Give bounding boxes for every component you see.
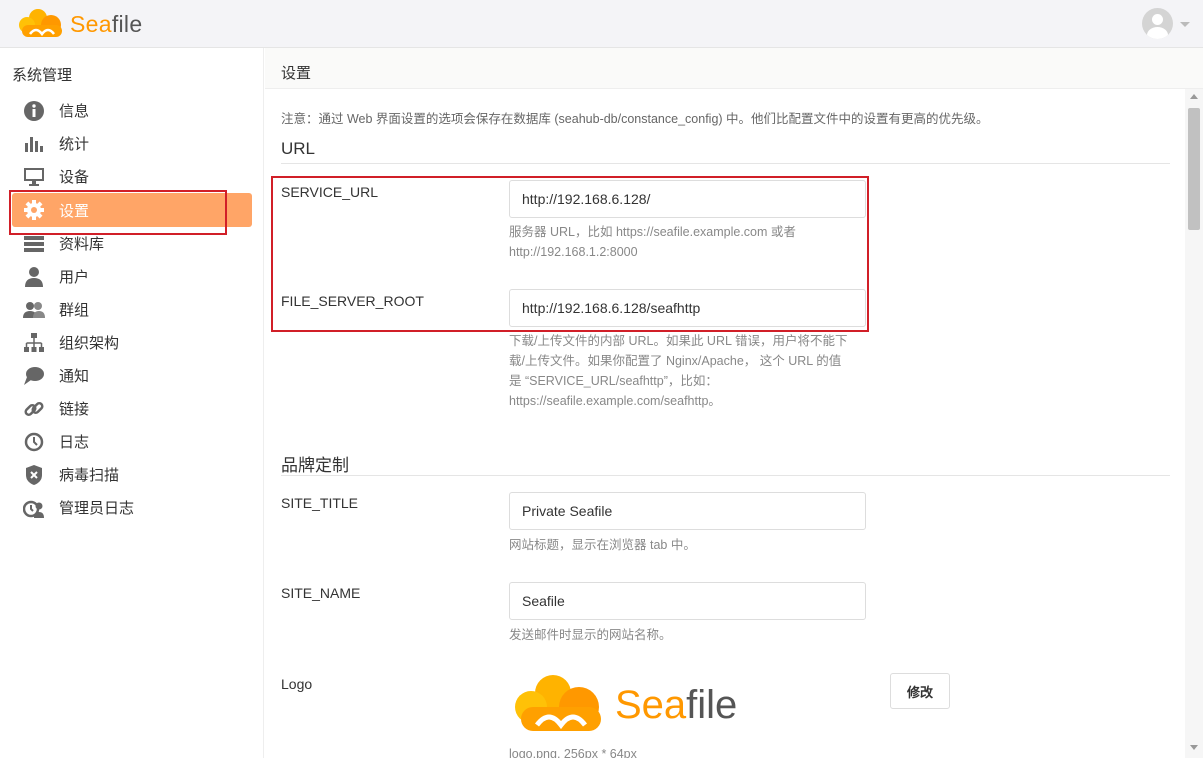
logo-help: logo.png, 256px * 64px xyxy=(509,747,637,758)
file-server-root-label: FILE_SERVER_ROOT xyxy=(281,293,424,309)
sidebar-item-label: 通知 xyxy=(59,368,90,385)
sidebar-nav: 信息 统计 设备 设置 资料库 用户 群组 组织架构 通知 链接 日志 病毒扫描… xyxy=(12,94,252,524)
sidebar-item-links[interactable]: 链接 xyxy=(12,392,252,425)
file-server-root-input[interactable] xyxy=(509,289,866,327)
sidebar-item-notifications[interactable]: 通知 xyxy=(12,359,252,392)
cloud-logo-icon xyxy=(515,675,601,731)
avatar[interactable] xyxy=(1142,8,1173,39)
sidebar-item-label: 群组 xyxy=(59,302,90,319)
section-title-branding: 品牌定制 xyxy=(281,456,349,475)
sidebar-item-label: 统计 xyxy=(59,136,90,153)
user-icon xyxy=(22,265,46,289)
sidebar-item-label: 链接 xyxy=(59,401,90,418)
section-divider xyxy=(281,163,1170,164)
history-icon xyxy=(22,430,46,454)
service-url-input[interactable] xyxy=(509,180,866,218)
sidebar-item-label: 信息 xyxy=(59,103,90,120)
scroll-up-arrow-icon[interactable] xyxy=(1190,94,1198,99)
service-url-help: 服务器 URL，比如 https://seafile.example.com 或… xyxy=(509,225,796,259)
app-name: Seafile xyxy=(70,10,143,37)
scrollbar-thumb[interactable] xyxy=(1188,108,1200,230)
logo-preview: Seafile xyxy=(509,673,759,737)
sidebar-item-logs[interactable]: 日志 xyxy=(12,425,252,458)
sidebar-item-label: 设置 xyxy=(59,202,90,220)
settings-notice: 注意：通过 Web 界面设置的选项会保存在数据库 (seahub-db/cons… xyxy=(281,112,989,126)
sidebar-item-label: 日志 xyxy=(59,434,90,451)
bar-chart-icon xyxy=(22,132,46,156)
section-divider xyxy=(281,475,1170,476)
sidebar-item-label: 设备 xyxy=(59,169,90,186)
sidebar-item-settings[interactable]: 设置 xyxy=(12,193,252,227)
site-name-input[interactable] xyxy=(509,582,866,620)
site-name-help: 发送邮件时显示的网站名称。 xyxy=(509,628,672,642)
sidebar-item-label: 用户 xyxy=(59,269,90,286)
logo-label: Logo xyxy=(281,676,313,692)
main-header: 设置 xyxy=(265,48,1203,89)
notification-icon xyxy=(22,364,46,388)
sidebar-item-virus-scan[interactable]: 病毒扫描 xyxy=(12,458,252,491)
sidebar-item-groups[interactable]: 群组 xyxy=(12,293,252,326)
page-title: 设置 xyxy=(281,65,312,82)
site-title-label: SITE_TITLE xyxy=(281,495,359,511)
sidebar-item-label: 病毒扫描 xyxy=(59,467,120,484)
sidebar-heading: 系统管理 xyxy=(12,67,73,84)
sidebar-item-label: 组织架构 xyxy=(59,335,120,352)
site-title-input[interactable] xyxy=(509,492,866,530)
shield-icon xyxy=(22,463,46,487)
file-server-root-help: 下载/上传文件的内部 URL。如果此 URL 错误，用户将不能下 载/上传文件。… xyxy=(509,334,848,408)
service-url-label: SERVICE_URL xyxy=(281,184,379,200)
sidebar-item-info[interactable]: 信息 xyxy=(12,94,252,127)
app-logo[interactable]: Seafile xyxy=(16,7,142,41)
section-title-url: URL xyxy=(281,139,316,158)
change-logo-button[interactable]: 修改 xyxy=(890,673,950,709)
scroll-down-arrow-icon[interactable] xyxy=(1190,745,1198,750)
link-icon xyxy=(22,397,46,421)
sidebar-item-statistics[interactable]: 统计 xyxy=(12,127,252,160)
sidebar-item-organization[interactable]: 组织架构 xyxy=(12,326,252,359)
site-title-help: 网站标题，显示在浏览器 tab 中。 xyxy=(509,538,696,552)
sidebar-item-admin-logs[interactable]: 管理员日志 xyxy=(12,491,252,524)
info-icon xyxy=(22,99,46,123)
site-name-label: SITE_NAME xyxy=(281,585,361,601)
library-icon xyxy=(22,232,46,256)
sidebar: 系统管理 信息 统计 设备 设置 资料库 用户 群组 组织架构 通知 链接 日志… xyxy=(0,48,264,758)
chevron-down-icon[interactable] xyxy=(1180,22,1190,27)
sidebar-item-label: 资料库 xyxy=(59,236,105,253)
monitor-icon xyxy=(22,165,46,189)
sidebar-item-libraries[interactable]: 资料库 xyxy=(12,227,252,260)
cloud-logo-icon xyxy=(19,9,62,37)
top-bar: Seafile xyxy=(0,0,1203,48)
sidebar-item-label: 管理员日志 xyxy=(59,500,135,517)
sidebar-item-devices[interactable]: 设备 xyxy=(12,160,252,193)
group-icon xyxy=(22,298,46,322)
settings-content: 注意：通过 Web 界面设置的选项会保存在数据库 (seahub-db/cons… xyxy=(265,89,1185,758)
admin-log-icon xyxy=(22,496,46,520)
gear-icon xyxy=(22,198,46,222)
org-chart-icon xyxy=(22,331,46,355)
sidebar-item-users[interactable]: 用户 xyxy=(12,260,252,293)
